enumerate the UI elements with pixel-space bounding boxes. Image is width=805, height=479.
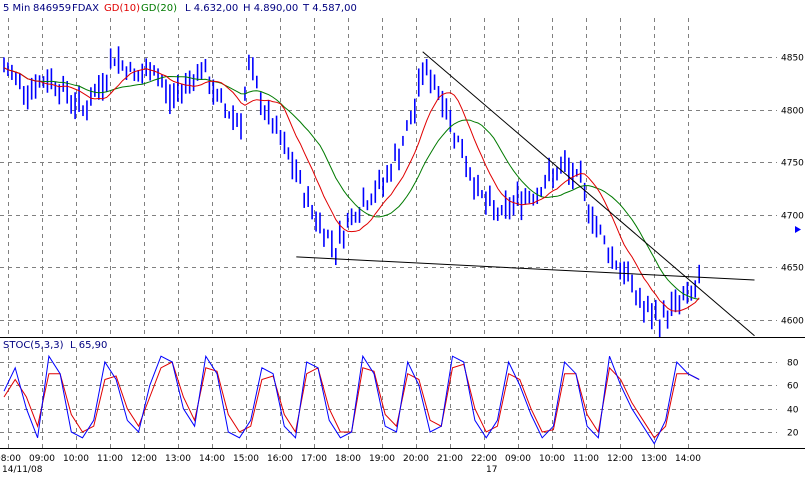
header-code: 846959 bbox=[33, 3, 71, 14]
x-tick-label: 12:00 bbox=[607, 454, 633, 464]
header-last: T 4.587,00 bbox=[302, 3, 357, 14]
header-low: L 4.632,00 bbox=[185, 3, 238, 14]
header-interval: 5 Min bbox=[3, 3, 30, 14]
stoch-y-tick-label: 40 bbox=[787, 406, 799, 416]
x-tick-label: 11:00 bbox=[573, 454, 599, 464]
stoch-name: STOC(5,3,3) bbox=[3, 340, 64, 351]
x-tick-label: 21:00 bbox=[437, 454, 463, 464]
x-tick-label: 19:00 bbox=[369, 454, 395, 464]
x-tick-label: 12:00 bbox=[131, 454, 157, 464]
chart-background bbox=[0, 0, 805, 479]
x-tick-label: 16:00 bbox=[267, 454, 293, 464]
stoch-y-tick-label: 60 bbox=[787, 382, 799, 392]
x-tick-label: 10:00 bbox=[63, 454, 89, 464]
x-tick-label: 22:00 bbox=[471, 454, 497, 464]
stochastic-header: STOC(5,3,3) L 65,90 bbox=[3, 340, 107, 351]
x-tick-label: 10:00 bbox=[539, 454, 565, 464]
x-tick-label: 14:00 bbox=[199, 454, 225, 464]
header-gd10: GD(10) bbox=[104, 3, 140, 14]
x-tick-label: 08:00 bbox=[0, 454, 21, 464]
x-tick-label: 11:00 bbox=[97, 454, 123, 464]
price-y-tick-label: 4800 bbox=[781, 107, 804, 117]
time-axis: 08:00 09:00 10:00 11:00 12:00 13:00 14:00 15:00… bbox=[0, 454, 701, 464]
header-high: H 4.890,00 bbox=[243, 3, 298, 14]
x-tick-label: 15:00 bbox=[233, 454, 259, 464]
header-gd20: GD(20) bbox=[141, 3, 177, 14]
x-tick-label: 13:00 bbox=[165, 454, 191, 464]
x-tick-label: 17:00 bbox=[301, 454, 327, 464]
x-tick-label: 13:00 bbox=[641, 454, 667, 464]
header-symbol: FDAX bbox=[72, 3, 99, 14]
x-tick-label: 18:00 bbox=[335, 454, 361, 464]
price-y-tick-label: 4850 bbox=[781, 54, 804, 64]
price-y-tick-label: 4650 bbox=[781, 264, 804, 274]
price-y-tick-label: 4700 bbox=[781, 212, 804, 222]
stoch-y-tick-label: 80 bbox=[787, 359, 799, 369]
stoch-y-tick-label: 20 bbox=[787, 429, 799, 439]
x-tick-label: 14:00 bbox=[675, 454, 701, 464]
fdax-chart: 460046504700475048004850 20406080 08:000… bbox=[0, 0, 805, 479]
price-y-tick-label: 4750 bbox=[781, 159, 804, 169]
date-label-left: 14/11/08 bbox=[2, 465, 43, 475]
x-tick-label: 20:00 bbox=[403, 454, 429, 464]
price-y-tick-label: 4600 bbox=[781, 317, 804, 327]
stoch-value: L 65,90 bbox=[70, 340, 107, 351]
date-label-right: 17 bbox=[486, 465, 497, 475]
x-tick-label: 09:00 bbox=[29, 454, 55, 464]
x-tick-label: 09:00 bbox=[505, 454, 531, 464]
